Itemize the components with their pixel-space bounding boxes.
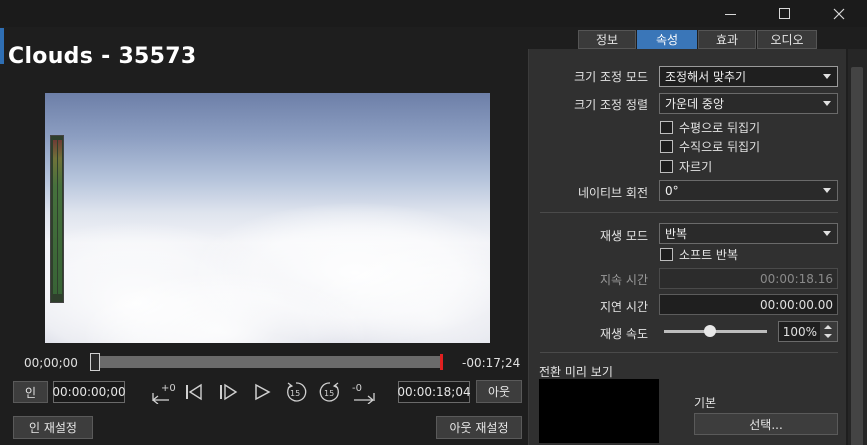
chevron-down-icon xyxy=(823,231,831,236)
skip-to-in-button[interactable]: +0 xyxy=(150,380,178,404)
chevron-down-icon xyxy=(823,74,831,79)
soft-loop-checkbox[interactable]: 소프트 반복 xyxy=(660,246,738,262)
current-time: 00;00;00 xyxy=(24,356,78,370)
close-icon xyxy=(833,8,845,19)
tab-audio[interactable]: 오디오 xyxy=(757,30,817,49)
minimize-icon xyxy=(725,13,736,15)
skip-back-icon: +0 xyxy=(152,383,176,404)
set-in-button[interactable]: 인 xyxy=(13,381,48,403)
clip-title: Clouds - 35573 xyxy=(8,44,197,69)
next-frame-icon xyxy=(220,383,238,401)
checkbox-box[interactable] xyxy=(660,247,673,261)
scrollbar-thumb[interactable] xyxy=(851,67,863,445)
play-icon xyxy=(255,383,271,401)
chevron-down-icon xyxy=(823,188,831,193)
divider xyxy=(540,352,838,353)
tab-effects[interactable]: 효과 xyxy=(698,30,756,49)
maximize-button[interactable] xyxy=(758,0,812,27)
flip-horizontal-label: 수평으로 뒤집기 xyxy=(679,120,761,135)
checkbox-box[interactable] xyxy=(660,139,673,153)
remaining-time: -00:17;24 xyxy=(462,356,521,370)
duration-field: 00:00:18.16 xyxy=(659,268,838,289)
playback-speed-stepper[interactable] xyxy=(820,322,837,341)
scale-align-label: 크기 조정 정렬 xyxy=(574,98,648,112)
transition-preview xyxy=(539,379,659,443)
skip-to-out-button[interactable]: -0 xyxy=(349,380,377,404)
chevron-down-icon xyxy=(823,101,831,106)
checkbox-box[interactable] xyxy=(660,120,673,134)
next-frame-button[interactable] xyxy=(217,380,239,404)
minimize-button[interactable] xyxy=(704,0,758,27)
transition-name: 기본 xyxy=(694,396,717,410)
transition-preview-label: 전환 미리 보기 xyxy=(539,365,613,379)
playback-mode-label: 재생 모드 xyxy=(600,229,648,243)
play-button[interactable] xyxy=(252,380,272,404)
out-point-marker[interactable] xyxy=(440,354,443,370)
left-accent-bar xyxy=(0,28,4,64)
tab-properties[interactable]: 속성 xyxy=(637,30,697,49)
rewind-15-label: 15 xyxy=(290,389,300,398)
reset-in-button[interactable]: 인 재설정 xyxy=(13,416,93,439)
in-timecode-field[interactable]: 00:00:00;00 xyxy=(52,381,126,403)
native-rotation-dropdown[interactable]: 0° xyxy=(659,180,838,201)
forward-15-icon: 15 xyxy=(319,382,339,402)
playback-mode-dropdown[interactable]: 반복 xyxy=(659,223,838,244)
flip-vertical-label: 수직으로 뒤집기 xyxy=(679,139,761,154)
playhead[interactable] xyxy=(90,353,100,371)
meter-channel-left xyxy=(53,140,57,294)
checkbox-box[interactable] xyxy=(660,159,673,173)
maximize-icon xyxy=(779,7,790,19)
set-out-button[interactable]: 아웃 xyxy=(476,380,522,403)
tab-info[interactable]: 정보 xyxy=(578,30,636,49)
scrub-track[interactable] xyxy=(94,356,442,368)
previous-frame-icon xyxy=(186,383,202,401)
reset-out-button[interactable]: 아웃 재설정 xyxy=(436,416,522,439)
rewind-15-button[interactable]: 15 xyxy=(284,380,308,404)
close-button[interactable] xyxy=(812,0,866,27)
divider xyxy=(540,212,838,213)
panel-scrollbar[interactable] xyxy=(848,49,867,445)
playback-speed-label: 재생 속도 xyxy=(600,327,648,341)
select-transition-button[interactable]: 선택... xyxy=(694,413,838,435)
skip-forward-icon: -0 xyxy=(352,383,375,404)
skip-back-label: +0 xyxy=(161,383,176,394)
previous-frame-button[interactable] xyxy=(183,380,205,404)
out-timecode-field[interactable]: 00:00:18;04 xyxy=(397,381,471,403)
forward-15-button[interactable]: 15 xyxy=(318,380,342,404)
meter-channel-right xyxy=(58,140,62,294)
rewind-15-icon: 15 xyxy=(287,382,307,402)
flip-horizontal-checkbox[interactable]: 수평으로 뒤집기 xyxy=(660,119,760,135)
audio-level-meter xyxy=(50,135,64,303)
scale-mode-label: 크기 조정 모드 xyxy=(574,70,648,84)
chevron-up-icon[interactable] xyxy=(824,325,832,329)
soft-loop-label: 소프트 반복 xyxy=(679,247,739,262)
title-bar xyxy=(0,0,867,27)
crop-label: 자르기 xyxy=(679,159,713,174)
scale-align-value: 가운데 중앙 xyxy=(665,97,725,111)
scale-mode-value: 조정해서 맞추기 xyxy=(665,70,747,84)
scale-mode-dropdown[interactable]: 조정해서 맞추기 xyxy=(659,66,838,87)
delay-field[interactable]: 00:00:00.00 xyxy=(659,294,838,315)
crop-checkbox[interactable]: 자르기 xyxy=(660,158,712,174)
flip-vertical-checkbox[interactable]: 수직으로 뒤집기 xyxy=(660,138,760,154)
duration-label: 지속 시간 xyxy=(600,273,648,287)
delay-label: 지연 시간 xyxy=(600,300,648,314)
scrub-bar[interactable] xyxy=(90,353,443,371)
scale-align-dropdown[interactable]: 가운데 중앙 xyxy=(659,93,838,114)
forward-15-label: 15 xyxy=(324,389,334,398)
native-rotation-label: 네이티브 회전 xyxy=(577,186,648,200)
chevron-down-icon[interactable] xyxy=(824,334,832,338)
skip-forward-label: -0 xyxy=(352,383,362,394)
playback-mode-value: 반복 xyxy=(665,227,688,241)
video-preview[interactable] xyxy=(45,93,490,343)
native-rotation-value: 0° xyxy=(665,183,679,198)
